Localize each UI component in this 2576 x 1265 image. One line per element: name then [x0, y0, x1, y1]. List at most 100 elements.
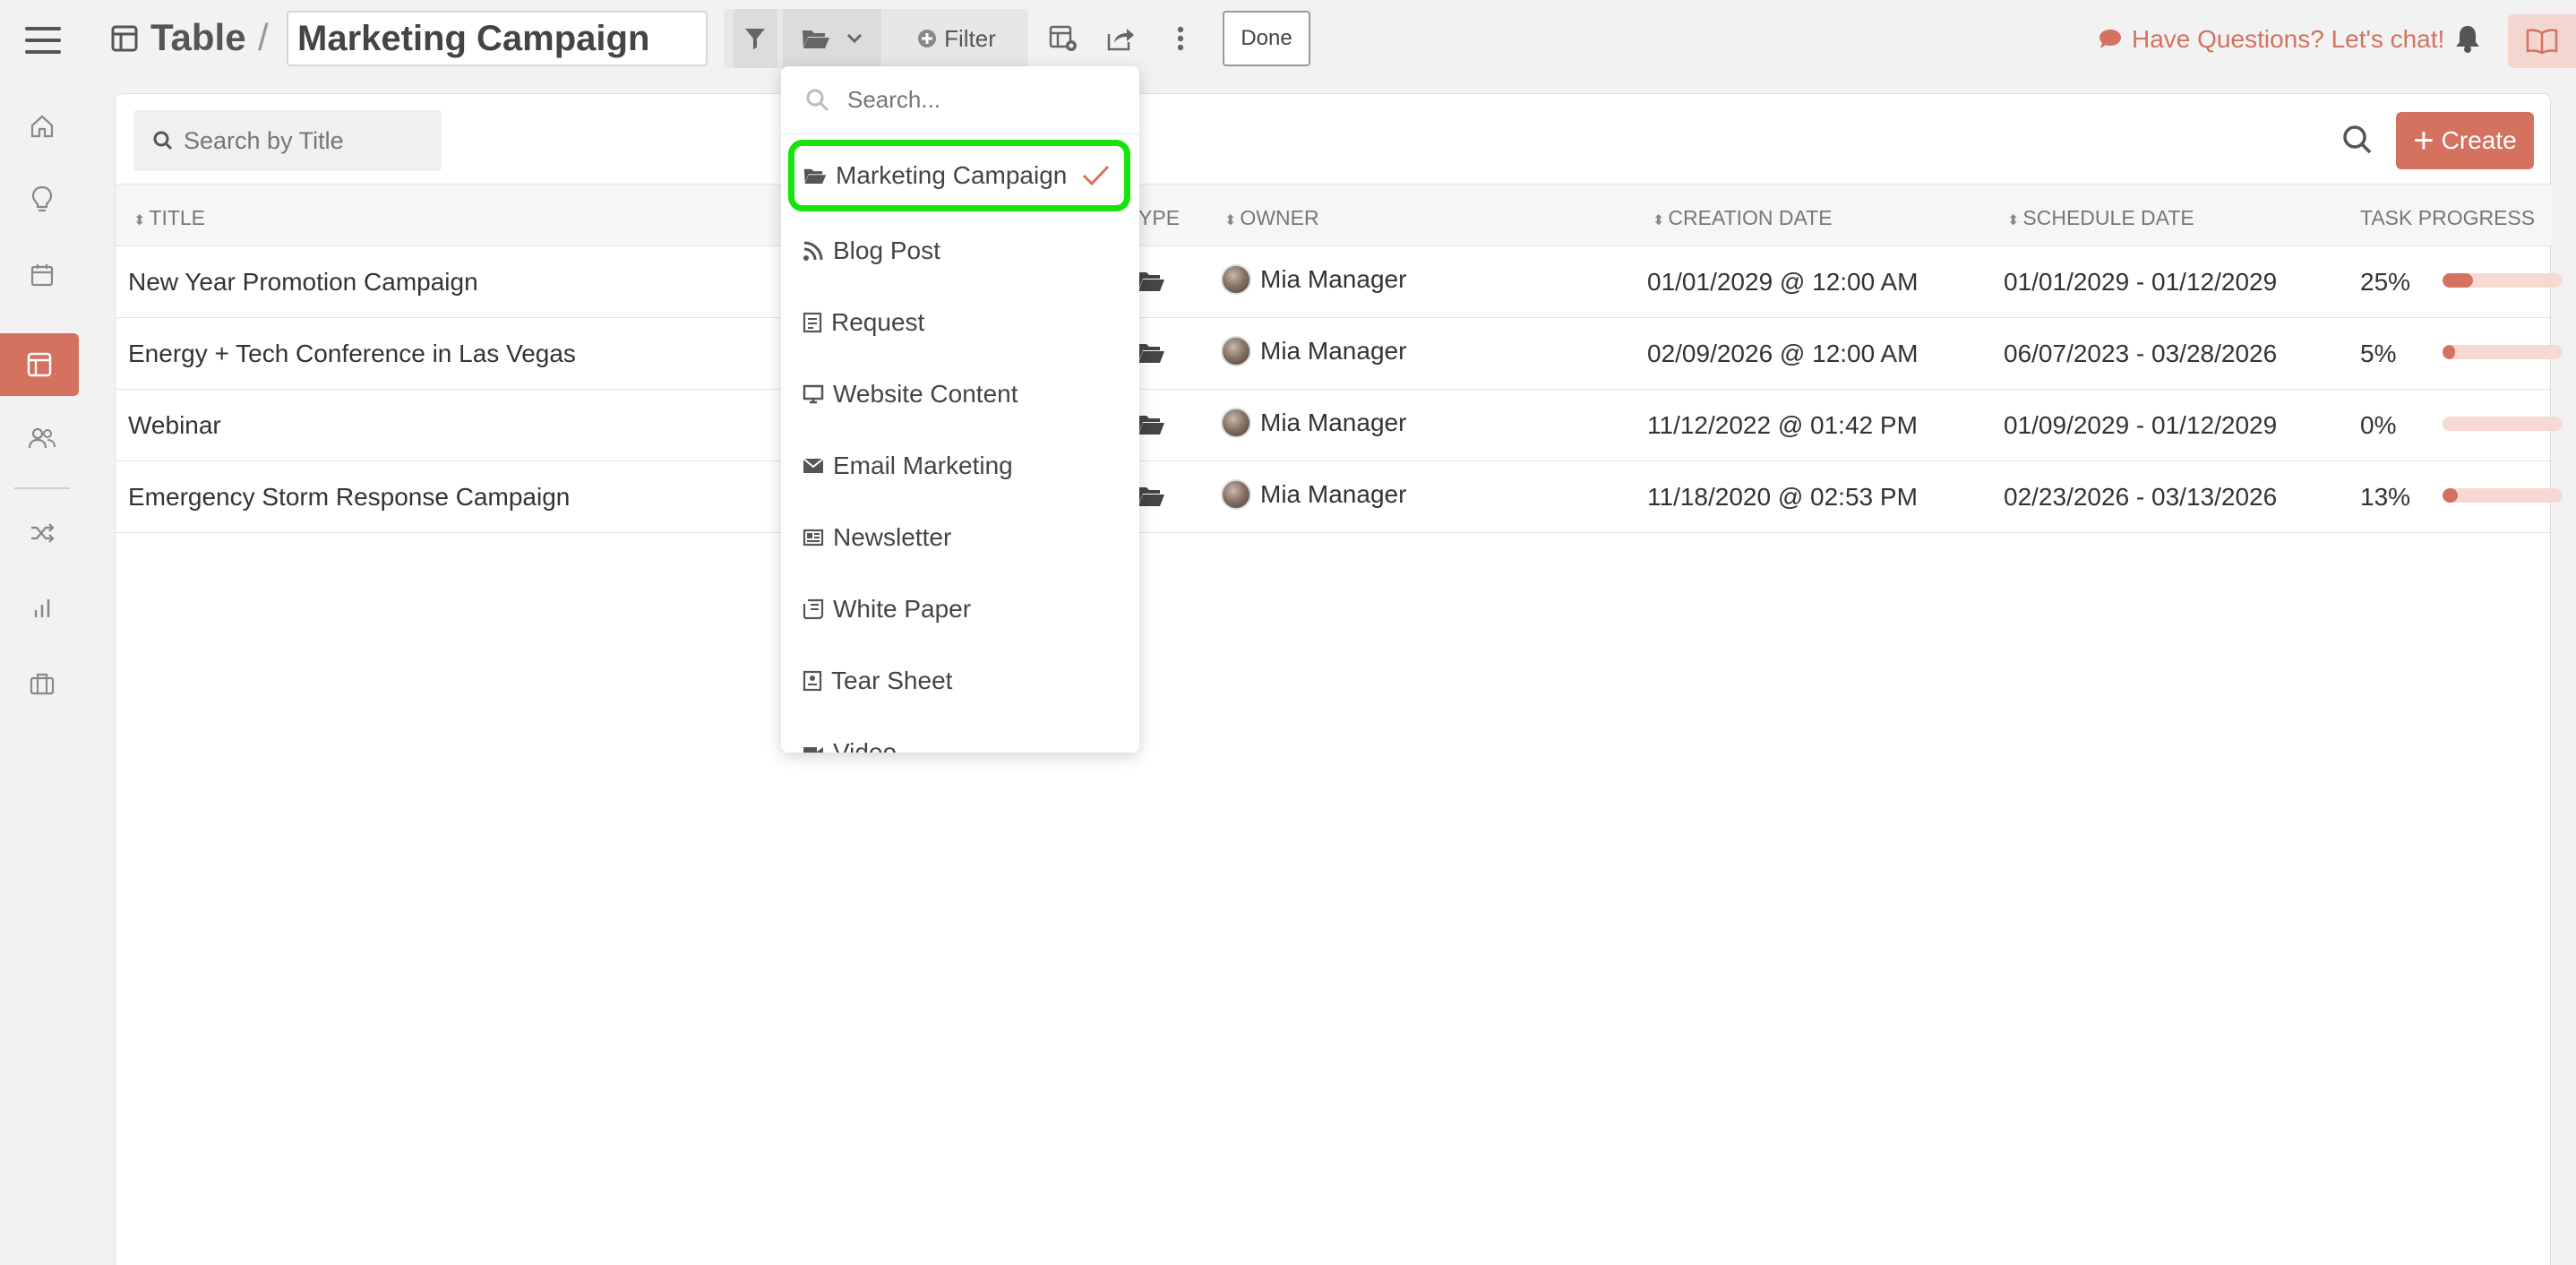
newspaper-icon — [803, 529, 824, 546]
column-header-title[interactable]: ⬍ TITLE — [133, 206, 205, 230]
table-settings-icon — [1049, 25, 1078, 52]
funnel-icon — [744, 27, 766, 50]
dropdown-search-input[interactable] — [847, 86, 1116, 114]
sidebar — [0, 79, 84, 1265]
dropdown-item-label: Video — [833, 738, 897, 753]
folder-open-icon — [802, 28, 830, 49]
owner-cell: Mia Manager — [1221, 408, 1406, 438]
row-title[interactable]: Emergency Storm Response Campaign — [128, 483, 570, 512]
column-header-task-progress[interactable]: TASK PROGRESS — [2360, 206, 2535, 230]
table-settings-button[interactable] — [1044, 9, 1082, 68]
add-filter-button[interactable]: Filter — [894, 9, 1019, 68]
users-icon — [28, 426, 56, 450]
folder-open-icon — [803, 167, 827, 185]
search-icon[interactable] — [2342, 125, 2373, 155]
dropdown-item-blog-post[interactable]: Blog Post — [781, 215, 1139, 287]
title-search-input[interactable] — [184, 126, 434, 155]
progress-percent: 5% — [2360, 340, 2397, 367]
progress-fill — [2443, 345, 2455, 359]
sidebar-item-ideas[interactable] — [0, 168, 84, 231]
search-icon — [806, 89, 829, 112]
video-icon — [803, 744, 824, 753]
dropdown-item-video[interactable]: Video — [781, 717, 1139, 753]
shuffle-icon — [30, 522, 55, 544]
row-title[interactable]: Webinar — [128, 411, 221, 440]
progress-percent: 13% — [2360, 483, 2411, 511]
column-header-creation-date[interactable]: ⬍ CREATION DATE — [1653, 206, 1833, 230]
avatar — [1221, 479, 1251, 510]
creation-date: 11/18/2020 @ 02:53 PM — [1647, 483, 1918, 511]
sidebar-item-reports[interactable] — [0, 577, 84, 640]
table-row[interactable]: Webinar Mia Manager 11/12/2022 @ 01:42 P… — [116, 390, 2563, 461]
sidebar-item-users[interactable] — [0, 407, 84, 469]
calendar-icon — [30, 263, 54, 287]
avatar — [1221, 408, 1251, 438]
dropdown-item-white-paper[interactable]: White Paper — [781, 573, 1139, 645]
tear-sheet-icon — [803, 670, 822, 692]
sidebar-item-table[interactable] — [0, 333, 79, 396]
title-search-box[interactable] — [133, 110, 442, 171]
sidebar-item-calendar[interactable] — [0, 244, 84, 306]
row-title[interactable]: Energy + Tech Conference in Las Vegas — [128, 340, 576, 368]
progress-bar — [2443, 345, 2563, 359]
funnel-button[interactable] — [733, 9, 777, 68]
dropdown-item-tear-sheet[interactable]: Tear Sheet — [781, 645, 1139, 717]
share-button[interactable] — [1102, 9, 1139, 68]
table-icon — [27, 352, 52, 377]
paper-icon — [803, 598, 824, 620]
type-dropdown-menu: Marketing Campaign Blog Post Request Web… — [781, 66, 1139, 753]
progress-percent: 25% — [2360, 268, 2411, 296]
folder-icon — [1137, 270, 1165, 293]
help-chat-label: Have Questions? Let's chat! — [2132, 25, 2445, 53]
lightbulb-icon — [31, 185, 53, 214]
table-row[interactable]: Energy + Tech Conference in Las Vegas Mi… — [116, 318, 2563, 390]
dropdown-item-website-content[interactable]: Website Content — [781, 358, 1139, 430]
row-title[interactable]: New Year Promotion Campaign — [128, 268, 478, 297]
note-icon — [803, 312, 822, 333]
owner-cell: Mia Manager — [1221, 479, 1406, 510]
chat-bubble-icon — [2098, 28, 2123, 51]
top-bar: Table / Filter Done Have Questions? Let'… — [0, 0, 2576, 79]
book-open-icon — [2526, 28, 2558, 55]
creation-date: 02/09/2026 @ 12:00 AM — [1647, 340, 1919, 367]
dropdown-search[interactable] — [781, 66, 1139, 134]
rss-icon — [803, 240, 824, 262]
schedule-date: 01/09/2029 - 01/12/2029 — [2004, 411, 2278, 439]
dropdown-item-email-marketing[interactable]: Email Marketing — [781, 430, 1139, 502]
view-title-input[interactable] — [287, 11, 708, 66]
more-options-button[interactable] — [1164, 9, 1197, 68]
bell-icon[interactable] — [2454, 23, 2481, 54]
progress-bar — [2443, 488, 2563, 503]
dropdown-item-label: Website Content — [833, 380, 1018, 408]
column-header-owner[interactable]: ⬍ OWNER — [1224, 206, 1319, 230]
dropdown-item-label: Tear Sheet — [831, 667, 953, 694]
sort-icon: ⬍ — [1224, 213, 1237, 228]
sidebar-item-assets[interactable] — [0, 652, 84, 715]
progress-bar — [2443, 417, 2563, 431]
column-header-schedule-date[interactable]: ⬍ SCHEDULE DATE — [2007, 206, 2194, 230]
table-row[interactable]: Emergency Storm Response Campaign Mia Ma… — [116, 461, 2563, 533]
done-button[interactable]: Done — [1223, 11, 1310, 66]
type-selector-button[interactable] — [783, 9, 881, 68]
help-chat-link[interactable]: Have Questions? Let's chat! — [2089, 25, 2444, 54]
owner-cell: Mia Manager — [1221, 264, 1406, 295]
envelope-icon — [803, 458, 824, 474]
create-button[interactable]: + Create — [2396, 112, 2534, 169]
knowledge-base-button[interactable] — [2508, 14, 2576, 68]
folder-icon — [1137, 413, 1165, 436]
sidebar-item-home[interactable] — [0, 95, 84, 158]
schedule-date: 06/07/2023 - 03/28/2026 — [2004, 340, 2278, 367]
search-icon — [153, 131, 173, 151]
monitor-icon — [803, 384, 824, 404]
creation-date: 01/01/2029 @ 12:00 AM — [1647, 268, 1919, 296]
dropdown-item-label: Blog Post — [833, 237, 940, 264]
plus-circle-icon — [917, 29, 937, 48]
table-panel: + Create ⬍TITLE TYPE ⬍OWNER ⬍CREATION DA… — [115, 93, 2563, 1265]
dropdown-item-marketing-campaign[interactable]: Marketing Campaign — [788, 140, 1130, 211]
table-row[interactable]: New Year Promotion Campaign Mia Manager … — [116, 246, 2563, 318]
dropdown-item-newsletter[interactable]: Newsletter — [781, 502, 1139, 573]
hamburger-menu-icon[interactable] — [25, 27, 61, 54]
bar-chart-icon — [31, 598, 53, 619]
dropdown-item-request[interactable]: Request — [781, 287, 1139, 358]
sidebar-item-workflows[interactable] — [0, 502, 84, 564]
